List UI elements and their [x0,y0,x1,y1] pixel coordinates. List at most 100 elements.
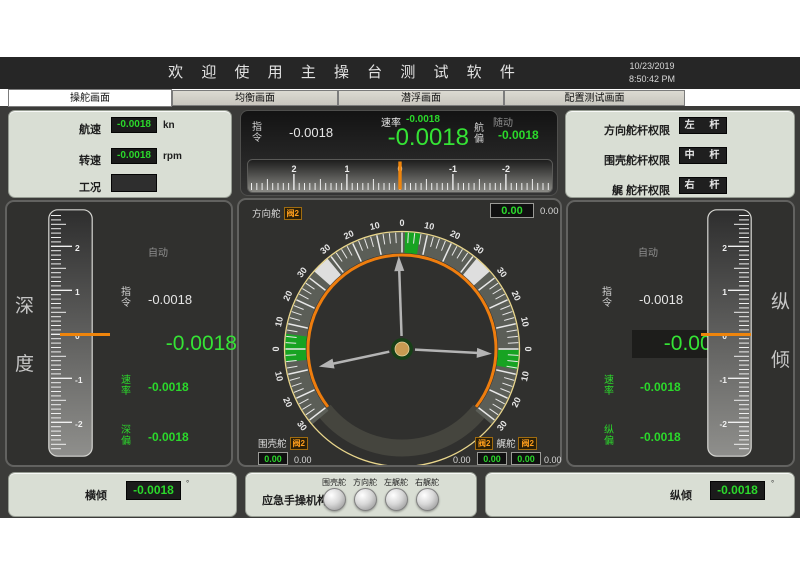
stern-rudder-value4: 0.00 [544,455,562,465]
svg-text:10: 10 [519,370,531,382]
speed-display: -0.0018 [111,117,157,133]
pitch-scale-pointer [701,333,751,336]
svg-text:2: 2 [291,164,296,174]
dir-rudder-value2: 0.00 [540,206,559,217]
pitch-rate-value: -0.0018 [640,380,681,394]
svg-text:20: 20 [281,396,294,409]
svg-text:10: 10 [273,316,285,328]
speed-unit: kn [163,120,175,131]
stern-rudder-value1: 0.00 [453,455,471,465]
emergency-panel: 应急手操机构 围壳舵 方向舵 左艉舵 右艉舵 [245,472,477,517]
stern-valve-badge-left: 阀2 [475,437,493,450]
dir-rudder-valve-badge: 阀2 [284,207,302,220]
condition-display [111,174,157,192]
app-title: 欢 迎 使 用 主 操 台 测 试 软 件 [0,57,690,89]
rpm-label: 转速 [29,152,101,168]
svg-text:1: 1 [722,287,727,297]
pitch-command-label: 指令 [602,287,614,309]
condition-label: 工况 [29,179,101,195]
svg-text:10: 10 [273,370,285,382]
svg-text:20: 20 [510,289,523,302]
heading-scale: 210-1-2 [247,159,553,193]
sail-rudder-caption: 围壳舵 阀2 [258,436,308,450]
pitch-deviation-value: -0.0018 [640,430,681,444]
svg-text:10: 10 [369,220,381,232]
trim-panel: 纵倾 -0.0018 ° [485,472,795,517]
svg-text:30: 30 [318,242,332,256]
depth-deviation-label: 深偏 [121,425,133,447]
svg-text:10: 10 [423,220,435,232]
depth-title: 深度 [15,278,37,394]
stern-rudder-label: 艉舵 [496,436,515,450]
emergency-btn-right-stern-label: 右艉舵 [407,477,447,488]
pitch-mode: 自动 [638,244,658,259]
svg-text:-2: -2 [75,419,83,429]
svg-text:30: 30 [495,419,509,433]
svg-text:30: 30 [295,265,309,279]
svg-text:20: 20 [449,228,462,241]
rpm-unit: rpm [163,151,182,162]
screen: 欢 迎 使 用 主 操 台 测 试 软 件 10/23/2019 8:50:42… [0,0,800,573]
svg-text:1: 1 [344,164,349,174]
svg-text:10: 10 [519,316,531,328]
heading-mode: 随动 [493,114,513,129]
dir-rudder-authority-label: 方向舵杆权限 [574,122,670,138]
depth-main-value: -0.0018 [137,332,237,356]
svg-text:20: 20 [510,396,523,409]
stern-rudder-display-left: 0.00 [477,452,507,465]
heading-main-value: -0.0018 [371,124,469,152]
depth-deviation-value: -0.0018 [148,430,189,444]
clock: 10/23/2019 8:50:42 PM [612,60,692,86]
title-bar: 欢 迎 使 用 主 操 台 测 试 软 件 10/23/2019 8:50:42… [0,57,800,89]
tab-config-test[interactable]: 配置测试画面 [504,90,685,106]
tab-balance[interactable]: 均衡画面 [172,90,338,106]
depth-command-label: 指令 [121,287,133,309]
trim-unit: ° [771,479,774,488]
svg-text:2: 2 [75,243,80,253]
dir-rudder-label: 方向舵 [252,206,281,220]
dir-rudder-caption: 方向舵 阀2 [252,206,302,220]
emergency-btn-sail[interactable] [323,488,346,511]
svg-text:1: 1 [75,287,80,297]
dir-rudder-authority-value: 左 杆 [679,117,727,134]
heading-panel: 指令 -0.0018 速率 -0.0018 随动 -0.0018 航偏 -0.0… [240,110,558,196]
svg-text:30: 30 [295,419,309,433]
svg-text:-1: -1 [75,375,83,385]
depth-rate-label: 速率 [121,375,133,397]
speed-panel: 航速 -0.0018 kn 转速 -0.0018 rpm 工况 [8,110,232,198]
svg-text:-2: -2 [502,164,510,174]
pitch-command-value: -0.0018 [639,292,683,307]
rpm-display: -0.0018 [111,148,157,164]
emergency-btn-left-stern[interactable] [385,488,408,511]
depth-mode: 自动 [148,244,168,259]
svg-text:0: 0 [271,346,281,351]
trim-display: -0.0018 [710,481,765,500]
stern-rudder-authority-value: 右 杆 [679,177,727,194]
authority-panel: 方向舵杆权限 左 杆 围壳舵杆权限 中 杆 艉 舵杆权限 右 杆 [565,110,795,198]
depth-rate-value: -0.0018 [148,380,189,394]
roll-label: 横倾 [85,487,107,503]
sail-rudder-label: 围壳舵 [258,436,287,450]
pitch-rate-label: 速率 [604,375,616,397]
roll-panel: 横倾 -0.0018 ° [8,472,237,517]
rudder-dial: 302010010203030201001020303020100102030 [239,200,560,465]
roll-unit: ° [186,479,189,488]
sail-rudder-value2: 0.00 [294,455,312,465]
heading-command-value: -0.0018 [289,125,333,140]
roll-display: -0.0018 [126,481,181,500]
heading-deviation-label: 航偏 [474,123,486,145]
tab-dive-surface[interactable]: 潜浮画面 [338,90,504,106]
svg-text:20: 20 [342,228,355,241]
emergency-btn-dir[interactable] [354,488,377,511]
svg-text:-1: -1 [719,375,727,385]
dir-rudder-display: 0.00 [490,203,534,218]
rudder-panel: 302010010203030201001020303020100102030 … [237,198,562,467]
time-text: 8:50:42 PM [612,73,692,86]
sail-rudder-authority-value: 中 杆 [679,147,727,164]
emergency-btn-right-stern[interactable] [416,488,439,511]
svg-text:30: 30 [472,242,486,256]
depth-scale-pointer [60,333,110,336]
pitch-deviation-label: 纵偏 [604,425,616,447]
tab-steering[interactable]: 操舵画面 [8,89,172,107]
svg-text:30: 30 [495,265,509,279]
